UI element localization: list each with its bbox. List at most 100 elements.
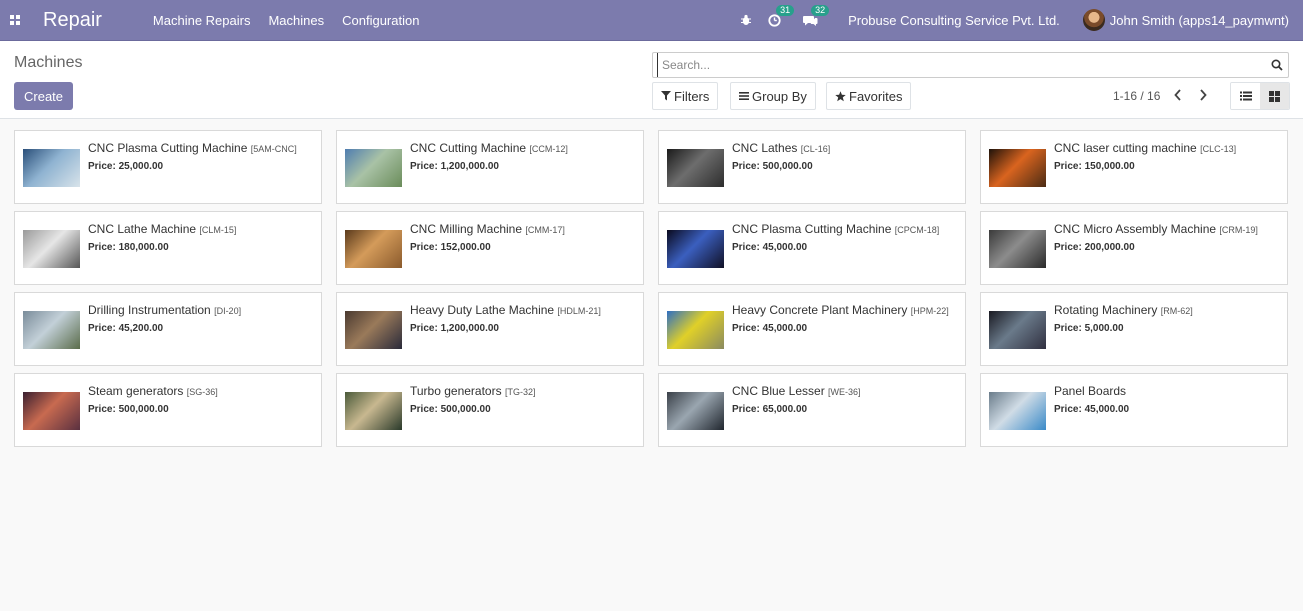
machine-reference: [RM-62] [1160,306,1193,316]
machine-image [345,149,402,187]
kanban-card[interactable]: Heavy Duty Lathe Machine [HDLM-21] Price:… [336,292,644,366]
machine-image [667,230,724,268]
machine-name: CNC Lathe Machine [88,222,197,236]
search-bar [652,52,1289,78]
price-label: Price: [88,161,116,172]
kanban-card[interactable]: CNC Micro Assembly Machine [CRM-19] Price… [980,211,1288,285]
activities-count-badge: 31 [776,4,795,16]
price-value: 5,000.00 [1084,323,1124,334]
price-value: 65,000.00 [762,404,808,415]
machine-image [23,392,80,430]
kanban-view: CNC Plasma Cutting Machine [5AM-CNC] Pric… [14,130,1288,447]
kanban-card[interactable]: Panel Boards Price: 45,000.00 [980,373,1288,447]
kanban-card[interactable]: Drilling Instrumentation [DI-20] Price: 4… [14,292,322,366]
machine-reference: [HDLM-21] [557,306,601,316]
machine-reference: [CLM-15] [199,225,237,235]
kanban-card[interactable]: Steam generators [SG-36] Price: 500,000.0… [14,373,322,447]
machine-title: CNC laser cutting machine [CLC-13] [1054,141,1236,155]
machine-title: Steam generators [SG-36] [88,384,218,398]
machine-reference: [CMM-17] [525,225,565,235]
app-brand[interactable]: Repair [43,9,102,32]
machine-name: Panel Boards [1054,384,1127,398]
machine-name: CNC Cutting Machine [410,141,527,155]
machine-reference: [SG-36] [186,387,218,397]
machine-name: CNC laser cutting machine [1054,141,1197,155]
machine-price: Price: 25,000.00 [88,161,163,172]
price-label: Price: [732,161,760,172]
machine-price: Price: 150,000.00 [1054,161,1135,172]
pager-next-button[interactable] [1196,86,1210,104]
machine-title: Panel Boards [1054,384,1126,398]
machine-name: Drilling Instrumentation [88,303,211,317]
company-switcher[interactable]: Probuse Consulting Service Pvt. Ltd. [848,13,1060,28]
machine-title: CNC Plasma Cutting Machine [5AM-CNC] [88,141,297,155]
machine-image [23,149,80,187]
kanban-view-button[interactable] [1260,83,1289,109]
kanban-card[interactable]: CNC Milling Machine [CMM-17] Price: 152,0… [336,211,644,285]
kanban-card[interactable]: CNC Lathes [CL-16] Price: 500,000.00 [658,130,966,204]
chevron-right-icon [1200,89,1207,101]
price-value: 45,000.00 [1084,404,1130,415]
list-view-button[interactable] [1231,83,1260,109]
machine-name: CNC Micro Assembly Machine [1054,222,1217,236]
pager-value[interactable]: 1-16 / 16 [1113,89,1160,103]
machine-reference: [CL-16] [800,144,831,154]
machine-reference: [CCM-12] [529,144,568,154]
pager-previous-button[interactable] [1171,86,1185,104]
search-input[interactable] [657,53,1266,77]
machine-price: Price: 45,000.00 [1054,404,1129,415]
favorites-button[interactable]: Favorites [826,82,912,110]
kanban-card[interactable]: Rotating Machinery [RM-62] Price: 5,000.0… [980,292,1288,366]
user-avatar[interactable] [1082,9,1105,31]
machine-image [345,311,402,349]
create-button[interactable]: Create [14,82,74,110]
machine-title: CNC Lathe Machine [CLM-15] [88,222,236,236]
activities-button[interactable]: 31 [768,4,795,27]
apps-grid-icon [10,15,20,25]
machine-title: Heavy Duty Lathe Machine [HDLM-21] [410,303,601,317]
menu-machine-repairs[interactable]: Machine Repairs [153,13,251,28]
machine-title: Rotating Machinery [RM-62] [1054,303,1193,317]
star-icon [835,90,846,101]
kanban-card[interactable]: CNC Plasma Cutting Machine [5AM-CNC] Pric… [14,130,322,204]
menu-configuration[interactable]: Configuration [342,13,419,28]
group-by-button[interactable]: Group By [730,82,816,110]
filters-button[interactable]: Filters [652,82,719,110]
list-icon [1239,91,1252,101]
menu-machines[interactable]: Machines [268,13,324,28]
machine-name: Turbo generators [410,384,502,398]
kanban-card[interactable]: Turbo generators [TG-32] Price: 500,000.0… [336,373,644,447]
price-label: Price: [88,242,116,253]
price-label: Price: [1054,161,1082,172]
price-label: Price: [732,404,760,415]
kanban-card[interactable]: CNC Plasma Cutting Machine [CPCM-18] Pric… [658,211,966,285]
price-value: 45,000.00 [762,242,808,253]
apps-menu-button[interactable] [0,0,30,41]
user-menu[interactable]: John Smith (apps14_paymwnt) [1110,13,1289,28]
machine-title: CNC Blue Lesser [WE-36] [732,384,861,398]
price-label: Price: [410,242,438,253]
messages-count-badge: 32 [811,4,830,16]
kanban-card[interactable]: CNC Cutting Machine [CCM-12] Price: 1,200… [336,130,644,204]
machine-name: Heavy Duty Lathe Machine [410,303,555,317]
messages-button[interactable]: 32 [803,4,830,27]
search-icon[interactable] [1266,59,1288,71]
machine-price: Price: 152,000.00 [410,242,491,253]
machine-reference: [CLC-13] [1200,144,1237,154]
machine-image [667,149,724,187]
price-value: 1,200,000.00 [440,161,499,172]
kanban-card[interactable]: CNC laser cutting machine [CLC-13] Price:… [980,130,1288,204]
machine-name: CNC Plasma Cutting Machine [88,141,248,155]
kanban-card[interactable]: Heavy Concrete Plant Machinery [HPM-22] P… [658,292,966,366]
machine-price: Price: 45,000.00 [732,323,807,334]
machine-price: Price: 45,000.00 [732,242,807,253]
kanban-card[interactable]: CNC Lathe Machine [CLM-15] Price: 180,000… [14,211,322,285]
machine-reference: [TG-32] [504,387,536,397]
view-switcher [1230,82,1290,110]
price-label: Price: [1054,323,1082,334]
page-title: Machines [14,54,83,71]
kanban-card[interactable]: CNC Blue Lesser [WE-36] Price: 65,000.00 [658,373,966,447]
machine-name: CNC Plasma Cutting Machine [732,222,892,236]
machine-name: CNC Blue Lesser [732,384,825,398]
debug-button[interactable] [740,14,752,26]
